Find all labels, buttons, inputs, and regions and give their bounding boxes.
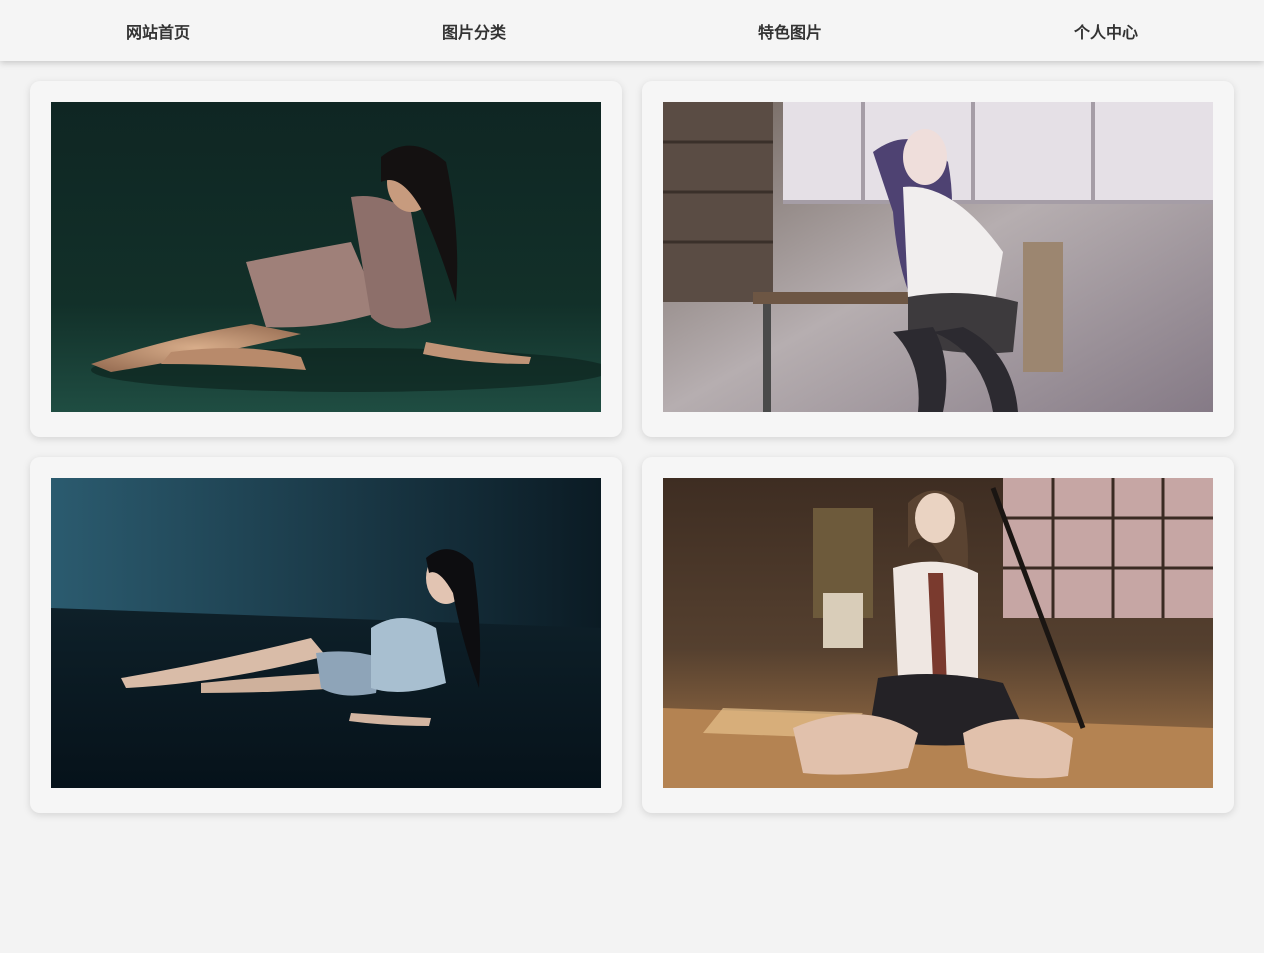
photo-placeholder xyxy=(663,102,1213,412)
gallery-photo[interactable] xyxy=(663,102,1213,412)
nav-home-link[interactable]: 网站首页 xyxy=(0,0,316,61)
photo-placeholder xyxy=(51,102,601,412)
gallery-card xyxy=(642,81,1234,437)
gallery-photo[interactable] xyxy=(663,478,1213,788)
nav-profile-link[interactable]: 个人中心 xyxy=(948,0,1264,61)
gallery-card xyxy=(642,457,1234,813)
top-navigation-bar: 网站首页 图片分类 特色图片 个人中心 xyxy=(0,0,1264,61)
gallery-photo[interactable] xyxy=(51,102,601,412)
photo-placeholder xyxy=(663,478,1213,788)
nav-featured-link[interactable]: 特色图片 xyxy=(632,0,948,61)
nav-categories-link[interactable]: 图片分类 xyxy=(316,0,632,61)
gallery-card xyxy=(30,457,622,813)
gallery-card xyxy=(30,81,622,437)
photo-placeholder xyxy=(51,478,601,788)
gallery-photo[interactable] xyxy=(51,478,601,788)
